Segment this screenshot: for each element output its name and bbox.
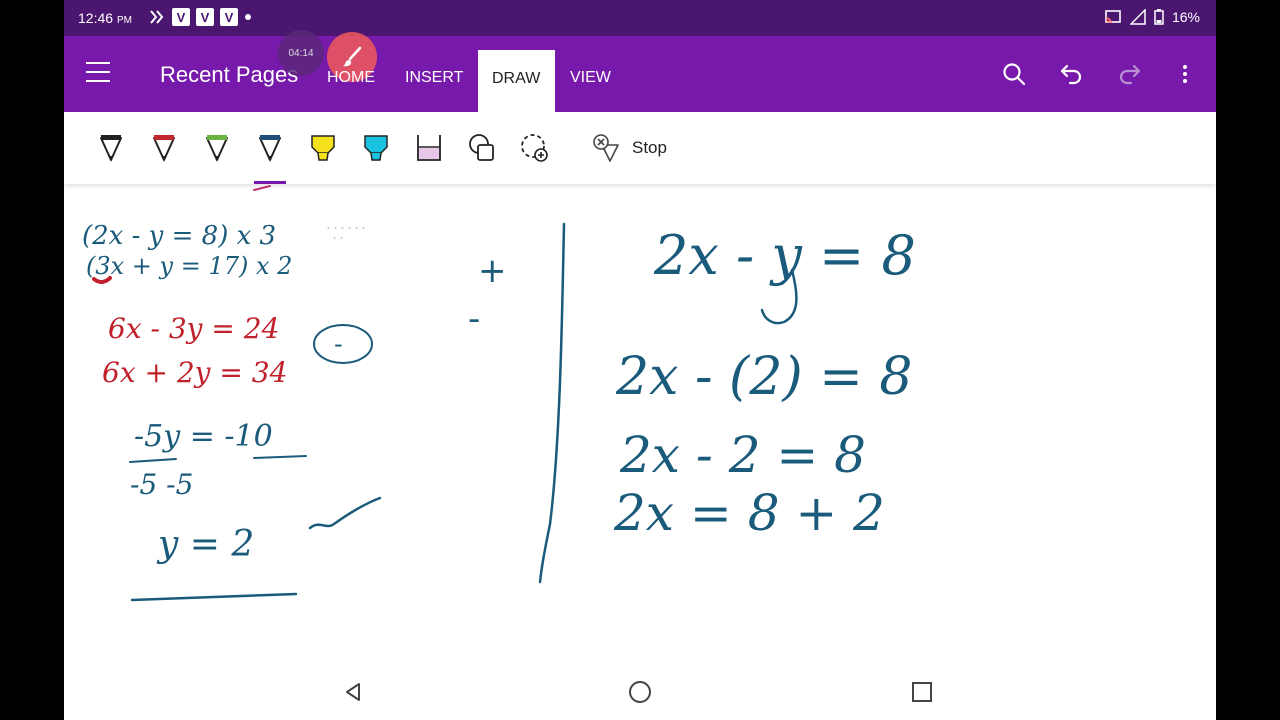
redo-icon[interactable] [1115, 60, 1143, 88]
ink-left-line6: -5 -5 [130, 468, 193, 501]
lasso-select-icon[interactable] [518, 130, 552, 168]
recent-pages-title[interactable]: Recent Pages [160, 62, 298, 88]
clock: 12:46 [78, 10, 114, 26]
ink-canvas[interactable]: (2x - y = 8) x 3 (3x + y = 17) x 2 6x - … [64, 184, 1216, 664]
black-pen-icon[interactable] [94, 130, 128, 168]
cyan-highlighter-icon[interactable] [359, 130, 393, 168]
tab-draw[interactable]: DRAW [478, 50, 555, 112]
back-icon[interactable] [339, 678, 367, 706]
clock-suffix: PM [116, 15, 132, 26]
tab-home[interactable]: HOME [313, 36, 389, 112]
menu-icon[interactable] [86, 62, 110, 82]
v-app-badge: V [220, 8, 238, 26]
app-bar: Recent Pages 04:14 HOME INSERT DRAW VIEW [64, 30, 1216, 112]
battery-level: 16% [1171, 9, 1200, 25]
search-icon[interactable] [1000, 60, 1028, 88]
undo-icon[interactable] [1058, 60, 1086, 88]
stop-button[interactable]: Stop [592, 132, 667, 164]
signal-icon [1129, 9, 1146, 25]
status-time: 12:46 PM [78, 10, 132, 26]
ink-right-line2: 2x - (2) = 8 [615, 347, 912, 407]
cast-icon [1105, 10, 1121, 24]
ink-underline [130, 592, 298, 602]
tab-view[interactable]: VIEW [556, 36, 625, 112]
system-navigation-bar [64, 664, 1216, 720]
ink-right-line1: 2x - y = 8 [653, 224, 916, 287]
yellow-highlighter-icon[interactable] [306, 130, 340, 168]
ink-left-line3: 6x - 3y = 24 [108, 312, 279, 345]
ink-left-line5: -5y = -10 [134, 419, 273, 454]
green-pen-icon[interactable] [200, 130, 234, 168]
v-app-badge: V [196, 8, 214, 26]
battery-icon [1154, 9, 1164, 25]
ink-left-line1: (2x - y = 8) x 3 [82, 221, 276, 251]
ink-plus-sign: + [478, 251, 507, 291]
v-app-badge: V [172, 8, 190, 26]
ink-result: y = 2 [156, 524, 254, 565]
home-icon[interactable] [626, 678, 654, 706]
pink-highlighter-icon[interactable] [412, 130, 446, 168]
more-options-icon[interactable] [1171, 60, 1199, 88]
ink-stroke-fragment [253, 185, 271, 191]
recent-apps-icon[interactable] [908, 678, 936, 706]
red-pen-icon[interactable] [147, 130, 181, 168]
ink-left-line4: 6x + 2y = 34 [102, 356, 287, 389]
system-status: 16% [1104, 9, 1200, 25]
shapes-icon[interactable] [465, 130, 499, 168]
ink-checkmark [308, 496, 382, 530]
app-notification-icon [150, 10, 164, 24]
tablet-screen: 12:46 PM V V V 16% Recent Pages 04:14 HO… [64, 0, 1216, 720]
stop-drawing-icon [593, 134, 619, 162]
ink-right-line4: 2x = 8 + 2 [613, 484, 885, 542]
ink-minus-sign: - [468, 299, 480, 339]
ink-left-line2: (3x + y = 17) x 2 [86, 252, 292, 280]
ink-right-line3: 2x - 2 = 8 [619, 426, 866, 484]
ink-fraction-bars [129, 455, 307, 463]
notification-icons: V V V [148, 8, 252, 26]
tab-insert[interactable]: INSERT [391, 36, 477, 112]
stop-label: Stop [632, 138, 667, 157]
ink-circled-minus [313, 324, 373, 364]
draw-toolbar: Stop [64, 112, 1216, 184]
blue-pen-icon[interactable] [253, 130, 287, 168]
ink-dots [327, 227, 365, 239]
ink-subtract-sign: - [334, 330, 343, 358]
more-notifications-dot-icon [245, 14, 251, 20]
ink-divider-line [538, 222, 566, 584]
status-bar: 12:46 PM V V V 16% [64, 0, 1216, 36]
